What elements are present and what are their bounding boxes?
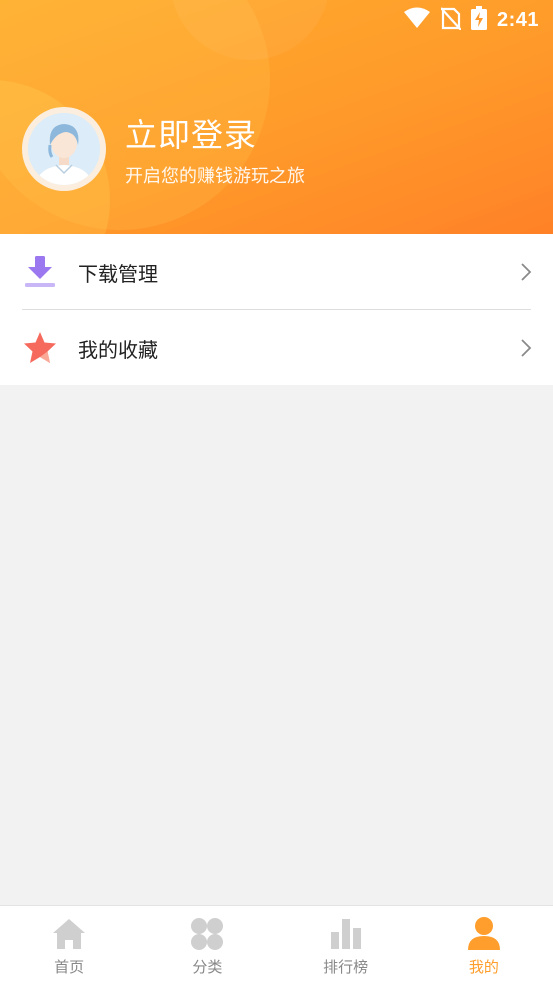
default-user-avatar-icon xyxy=(28,113,100,185)
wifi-icon xyxy=(403,7,431,33)
profile-header: 2:41 立即登录 开启您的赚钱游玩之旅 xyxy=(0,0,553,234)
menu-item-favorites[interactable]: 我的收藏 xyxy=(0,310,553,385)
star-icon xyxy=(22,330,58,366)
login-title[interactable]: 立即登录 xyxy=(125,110,257,156)
menu-item-label: 下载管理 xyxy=(78,262,158,286)
nav-item-category[interactable]: 分类 xyxy=(138,906,276,983)
menu-item-label: 我的收藏 xyxy=(78,338,158,362)
nav-label: 排行榜 xyxy=(323,958,369,976)
avatar[interactable] xyxy=(22,107,106,191)
nav-label: 分类 xyxy=(192,958,223,976)
menu-item-download-manager[interactable]: 下载管理 xyxy=(0,234,553,309)
nav-label: 我的 xyxy=(468,958,499,976)
home-icon xyxy=(51,916,87,952)
menu-list: 下载管理 我的收藏 xyxy=(0,234,553,385)
chevron-right-icon xyxy=(519,337,533,359)
no-sim-icon xyxy=(440,6,462,34)
nav-item-home[interactable]: 首页 xyxy=(0,906,138,983)
bar-chart-icon xyxy=(328,916,364,952)
nav-label: 首页 xyxy=(54,958,85,976)
status-bar: 2:41 xyxy=(0,0,553,36)
person-icon xyxy=(466,916,502,952)
nav-item-mine[interactable]: 我的 xyxy=(415,906,553,983)
status-time: 2:41 xyxy=(496,8,539,31)
login-subtitle: 开启您的赚钱游玩之旅 xyxy=(125,166,305,187)
nav-item-ranking[interactable]: 排行榜 xyxy=(277,906,415,983)
download-icon xyxy=(22,254,58,290)
battery-charging-icon xyxy=(470,6,487,34)
chevron-right-icon xyxy=(519,261,533,283)
bottom-navigation: 首页 分类 排行榜 我的 xyxy=(0,905,553,983)
category-grid-icon xyxy=(189,916,225,952)
